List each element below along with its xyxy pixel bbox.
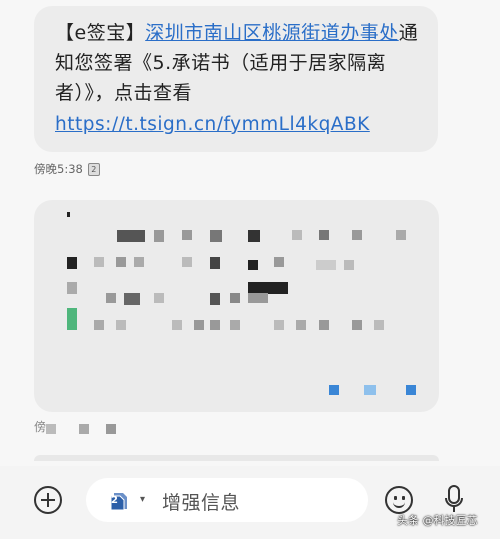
pixel-block <box>106 293 116 303</box>
message-text: 【e签宝】深圳市南山区桃源街道办事处通知您签署《5.承诺书（适用于居家隔离者）》… <box>55 18 427 140</box>
pixel-block <box>210 230 222 242</box>
pixel-block <box>116 257 126 267</box>
pixel-block <box>248 293 268 303</box>
pixel-block <box>94 320 104 330</box>
pixel-block <box>116 320 126 330</box>
pixel-block <box>67 212 70 217</box>
pixel-block <box>396 230 406 240</box>
pixel-block <box>319 230 329 240</box>
pixel-block <box>124 293 140 305</box>
pixel-block <box>194 320 204 330</box>
pixel-block <box>248 230 260 242</box>
pixel-block <box>106 424 116 434</box>
pixel-block <box>154 293 164 303</box>
pixel-block <box>319 320 329 330</box>
blurred-message-meta: 傍 <box>34 418 154 440</box>
pixel-block <box>172 320 182 330</box>
plus-icon[interactable] <box>34 486 62 514</box>
pixel-block <box>67 282 77 294</box>
blurred-meta-text: 傍 <box>34 420 47 434</box>
pixel-block <box>374 320 384 330</box>
pixel-block <box>182 230 192 240</box>
pixel-block <box>210 293 220 305</box>
next-bubble-edge <box>34 455 439 461</box>
message-input-placeholder: 增强信息 <box>162 492 241 514</box>
pixel-block <box>134 257 144 267</box>
emoji-icon[interactable] <box>385 486 413 514</box>
chevron-down-icon[interactable]: ▾ <box>140 494 145 505</box>
pixel-block <box>352 320 362 330</box>
pixel-block <box>406 385 416 395</box>
pixel-block <box>230 293 240 303</box>
pixel-block <box>210 257 220 269</box>
sender-org-link[interactable]: 深圳市南山区桃源街道办事处 <box>145 22 399 44</box>
pixel-block <box>292 230 302 240</box>
message-time: 傍晚5:38 <box>34 162 83 176</box>
pixel-block <box>46 424 56 434</box>
sim-badge: 2 <box>87 162 100 176</box>
message-meta: 傍晚5:38 2 <box>34 161 100 177</box>
message-sender: 【e签宝】 <box>55 22 146 44</box>
pixel-block <box>210 320 220 330</box>
sim-number: 2 <box>111 495 118 506</box>
pixel-block <box>344 260 354 270</box>
pixel-block <box>274 257 284 267</box>
pixel-block <box>352 230 362 240</box>
pixel-block <box>67 308 77 330</box>
pixel-block <box>296 320 306 330</box>
pixel-block <box>248 260 258 270</box>
pixel-block <box>364 385 376 395</box>
watermark: 头条 @科技匠芯 <box>397 514 478 527</box>
pixel-block <box>94 257 104 267</box>
pixel-block <box>329 385 339 395</box>
pixel-block <box>316 260 336 270</box>
pixel-block <box>182 257 192 267</box>
pixel-block <box>79 424 89 434</box>
pixel-block <box>230 320 240 330</box>
pixel-block <box>117 230 145 242</box>
pixel-block <box>274 320 284 330</box>
blurred-message-bubble <box>34 200 439 412</box>
sign-url-link[interactable]: https://t.tsign.cn/fymmLl4kqABK <box>55 110 370 140</box>
pixel-block <box>67 257 77 269</box>
pixel-block <box>154 230 164 242</box>
